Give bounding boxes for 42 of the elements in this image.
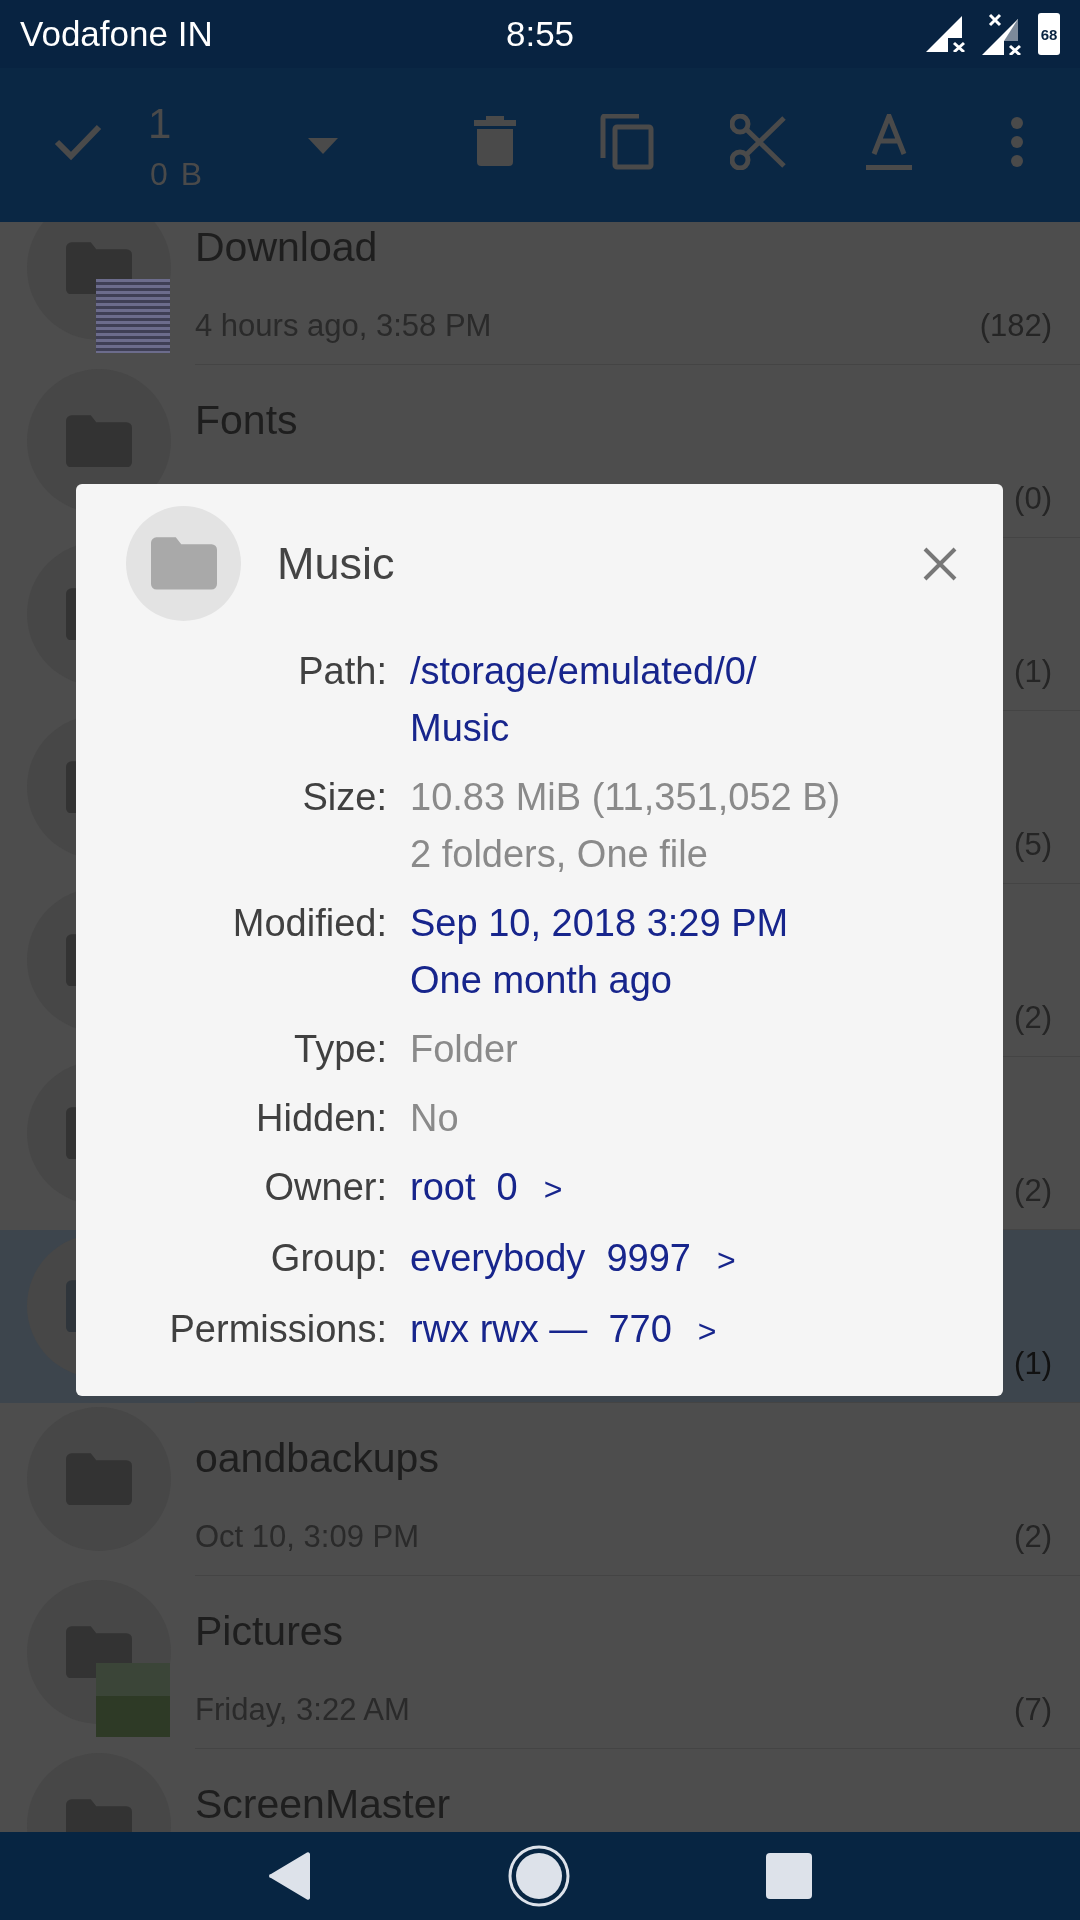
selection-count: 1 (148, 100, 172, 148)
property-label: Size: (301, 775, 387, 820)
property-value[interactable]: Music (410, 700, 510, 757)
folder-icon (150, 537, 217, 590)
check-icon[interactable] (54, 123, 102, 161)
property-label: Type: (293, 1027, 387, 1072)
property-value[interactable]: everybody 9997 (410, 1230, 691, 1287)
property-label: Owner: (263, 1165, 387, 1210)
copy-icon[interactable] (600, 114, 654, 170)
back-icon[interactable] (268, 1852, 312, 1900)
more-options-icon[interactable] (1009, 116, 1025, 168)
signal-icon (926, 16, 968, 52)
chevron-button[interactable]: > (543, 1161, 563, 1218)
property-value[interactable]: rwx rwx — 770 (410, 1301, 672, 1358)
battery-icon: 68 (1038, 13, 1060, 55)
clock: 8:55 (505, 14, 575, 54)
recents-icon[interactable] (766, 1853, 812, 1899)
property-value[interactable]: Sep 10, 2018 3:29 PM (410, 895, 789, 952)
property-value[interactable]: root 0 (410, 1159, 518, 1216)
scissors-icon[interactable] (730, 114, 786, 170)
dropdown-caret-icon[interactable] (308, 138, 338, 154)
property-value: Folder (410, 1027, 518, 1072)
item-count: (1) (1014, 1346, 1052, 1382)
dialog-title: Music (277, 537, 395, 590)
property-value: 10.83 MiB (11,351,052 B) (410, 775, 841, 820)
property-label: Modified: (231, 901, 387, 946)
property-value: 2 folders, One file (410, 832, 708, 877)
carrier-name: Vodafone IN (20, 14, 213, 54)
text-format-icon[interactable] (866, 114, 912, 172)
delete-icon[interactable] (474, 116, 516, 166)
property-label: Path: (297, 649, 387, 694)
property-value[interactable]: One month ago (410, 952, 672, 1009)
property-label: Group: (269, 1236, 387, 1281)
chevron-button[interactable]: > (697, 1303, 717, 1360)
property-value[interactable]: /storage/emulated/0/ (410, 643, 757, 700)
property-label: Permissions: (168, 1307, 387, 1352)
property-label: Hidden: (255, 1096, 387, 1141)
signal-icon (982, 13, 1024, 55)
property-value: No (410, 1096, 459, 1141)
home-icon[interactable] (508, 1845, 570, 1907)
chevron-button[interactable]: > (717, 1232, 736, 1289)
selection-size: 0 B (150, 156, 205, 193)
